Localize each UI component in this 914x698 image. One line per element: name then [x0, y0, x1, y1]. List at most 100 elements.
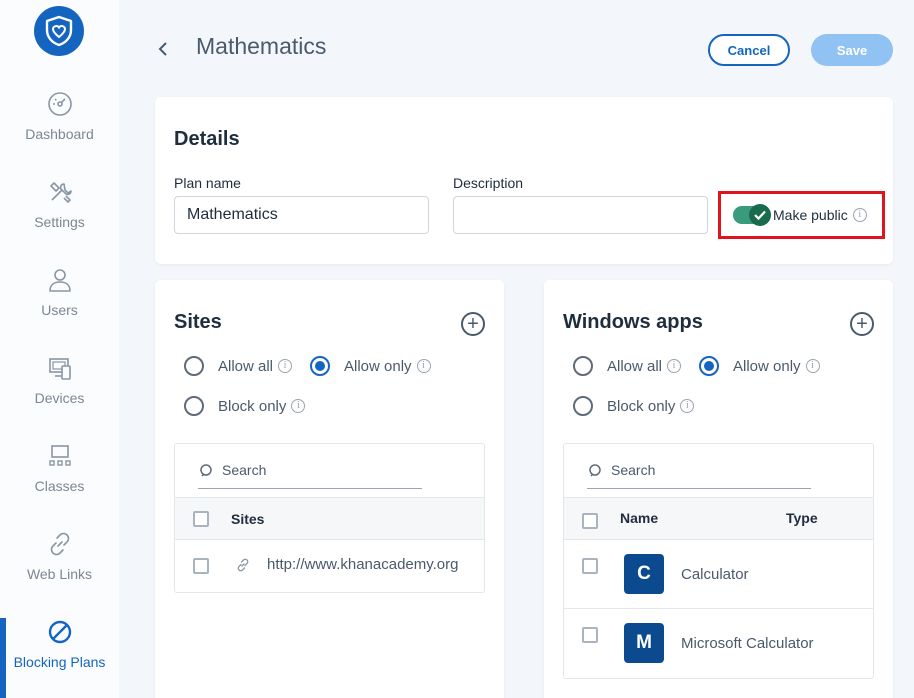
sites-search[interactable]: Search [175, 444, 484, 497]
radio-allow-only[interactable] [699, 356, 719, 376]
description-input[interactable] [453, 196, 708, 234]
sidebar-item-label: Dashboard [25, 126, 94, 142]
add-site-button[interactable]: + [461, 312, 485, 336]
sidebar-item-blocking-plans[interactable]: Blocking Plans [0, 618, 119, 698]
sidebar-item-label: Users [41, 302, 78, 318]
sites-card: Sites + Allow all i Allow only i Block o… [155, 280, 504, 698]
user-icon [48, 269, 71, 292]
info-icon[interactable]: i [291, 399, 306, 413]
app-name: Microsoft Calculator [681, 635, 814, 652]
make-public-label: Make public [773, 207, 848, 223]
dashboard-icon [47, 92, 72, 116]
save-button[interactable]: Save [811, 34, 893, 66]
shield-heart-logo-icon[interactable] [34, 6, 84, 56]
radio-allow-all[interactable] [184, 356, 204, 376]
devices-icon [48, 358, 71, 380]
search-input[interactable]: Search [222, 462, 266, 478]
sidebar-item-label: Classes [34, 478, 85, 494]
info-icon[interactable]: i [852, 208, 867, 222]
settings-icon [49, 182, 72, 203]
apps-block-only-option[interactable]: Block only i [573, 396, 695, 416]
row-checkbox[interactable] [582, 627, 598, 643]
radio-label: Allow only [344, 357, 412, 375]
site-url: http://www.khanacademy.org [267, 556, 459, 573]
make-public-toggle[interactable] [733, 204, 771, 226]
page-title: Mathematics [196, 33, 327, 59]
sidebar-item-label: Settings [34, 214, 85, 230]
link-icon [237, 558, 249, 572]
column-header-sites: Sites [231, 511, 265, 527]
info-icon[interactable]: i [278, 359, 293, 373]
row-checkbox[interactable] [582, 558, 598, 574]
radio-allow-only[interactable] [310, 356, 330, 376]
sites-allow-only-option[interactable]: Allow only i [310, 356, 431, 376]
sidebar-item-web-links[interactable]: Web Links [0, 530, 119, 618]
apps-search[interactable]: Search [564, 444, 873, 497]
info-icon[interactable]: i [667, 359, 682, 373]
sites-table: Search Sites http://www.khanacademy.org [174, 443, 485, 593]
row-checkbox[interactable] [193, 558, 209, 574]
check-icon [749, 204, 771, 226]
sidebar: Dashboard Settings Users Devices Classes… [0, 0, 119, 698]
select-all-checkbox[interactable] [582, 513, 598, 529]
windows-apps-title: Windows apps [563, 311, 703, 333]
details-card: Details Plan name Description Make publi… [155, 97, 893, 264]
description-label: Description [453, 175, 524, 191]
search-underline [198, 488, 422, 489]
sidebar-item-label: Devices [34, 390, 85, 406]
blocked-icon [48, 620, 71, 644]
cancel-button[interactable]: Cancel [708, 34, 790, 66]
app-name: Calculator [681, 566, 749, 583]
app-tile-icon: C [624, 554, 664, 594]
sites-table-header: Sites [175, 497, 484, 540]
search-icon [589, 464, 601, 477]
add-app-button[interactable]: + [850, 312, 874, 336]
sites-title: Sites [174, 311, 222, 333]
sidebar-item-label: Blocking Plans [13, 654, 106, 670]
plus-icon: + [856, 313, 868, 335]
plan-name-label: Plan name [174, 175, 241, 191]
radio-label: Block only [607, 397, 676, 415]
apps-allow-all-option[interactable]: Allow all i [573, 356, 682, 376]
details-title: Details [174, 128, 240, 150]
back-button[interactable] [152, 37, 174, 61]
sites-block-only-option[interactable]: Block only i [184, 396, 306, 416]
table-row[interactable]: M Microsoft Calculator [564, 609, 873, 678]
radio-label: Allow only [733, 357, 801, 375]
sidebar-item-dashboard[interactable]: Dashboard [0, 90, 119, 178]
apps-allow-only-option[interactable]: Allow only i [699, 356, 820, 376]
sidebar-item-devices[interactable]: Devices [0, 354, 119, 442]
radio-label: Allow all [218, 357, 274, 375]
search-underline [587, 488, 811, 489]
sidebar-item-classes[interactable]: Classes [0, 442, 119, 530]
apps-table: Search Name Type C Calculator M Microsof… [563, 443, 874, 679]
table-row[interactable]: C Calculator [564, 540, 873, 609]
sidebar-item-users[interactable]: Users [0, 266, 119, 354]
plan-name-input[interactable] [174, 196, 429, 234]
app-tile-icon: M [624, 623, 664, 663]
info-icon[interactable]: i [805, 359, 820, 373]
windows-apps-card: Windows apps + Allow all i Allow only i … [544, 280, 893, 698]
info-icon[interactable]: i [680, 399, 695, 413]
radio-label: Block only [218, 397, 287, 415]
plus-icon: + [467, 313, 479, 335]
classes-icon [48, 445, 71, 466]
sidebar-item-settings[interactable]: Settings [0, 178, 119, 266]
search-input[interactable]: Search [611, 462, 655, 478]
sites-allow-all-option[interactable]: Allow all i [184, 356, 293, 376]
search-icon [200, 464, 212, 477]
column-header-name: Name [620, 510, 659, 526]
radio-label: Allow all [607, 357, 663, 375]
column-header-type: Type [786, 510, 818, 526]
radio-block-only[interactable] [573, 396, 593, 416]
info-icon[interactable]: i [416, 359, 431, 373]
radio-allow-all[interactable] [573, 356, 593, 376]
link-icon [50, 532, 69, 556]
sidebar-item-label: Web Links [26, 566, 93, 582]
radio-block-only[interactable] [184, 396, 204, 416]
table-row[interactable]: http://www.khanacademy.org [175, 540, 484, 592]
apps-table-header: Name Type [564, 497, 873, 540]
select-all-checkbox[interactable] [193, 511, 209, 527]
chevron-left-icon [158, 42, 167, 56]
make-public-highlight: Make public i [718, 191, 885, 239]
